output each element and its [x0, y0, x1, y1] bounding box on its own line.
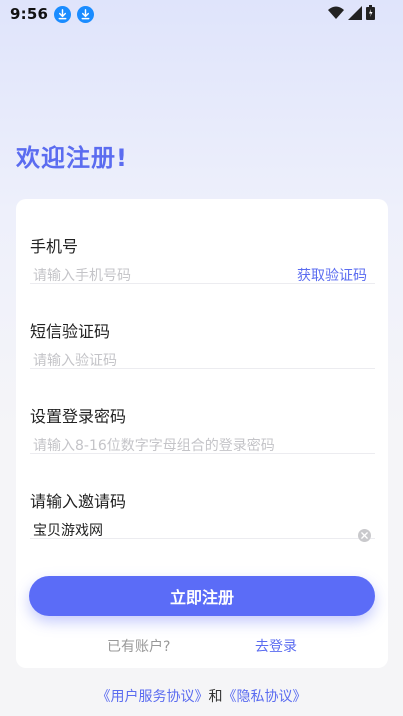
status-time: 9:56	[10, 5, 49, 23]
battery-icon	[366, 5, 375, 20]
privacy-link[interactable]: 《隐私协议》	[223, 689, 307, 705]
wifi-icon	[328, 6, 344, 19]
invite-code-label: 请输入邀请码	[30, 492, 127, 511]
get-code-button[interactable]: 获取验证码	[297, 265, 367, 285]
signal-icon	[348, 5, 362, 20]
agreement-text: 《用户服务协议》和《隐私协议》	[0, 686, 403, 706]
register-form-card: 手机号 请输入手机号码 获取验证码 短信验证码 请输入验证码 设置登录密码 请输…	[16, 199, 388, 668]
status-bar: 9:56	[0, 0, 403, 28]
register-button[interactable]: 立即注册	[29, 576, 375, 616]
sms-code-field: 短信验证码 请输入验证码	[30, 284, 375, 369]
download-icon	[77, 5, 95, 23]
page-title: 欢迎注册!	[16, 144, 128, 172]
user-agreement-link[interactable]: 《用户服务协议》	[97, 689, 209, 705]
invite-code-input[interactable]: 宝贝游戏网	[33, 520, 103, 540]
invite-code-field: 请输入邀请码 宝贝游戏网	[30, 454, 375, 542]
password-label: 设置登录密码	[30, 407, 127, 426]
download-icon	[54, 5, 72, 23]
phone-label: 手机号	[30, 237, 79, 256]
password-input[interactable]: 请输入8-16位数字字母组合的登录密码	[33, 435, 275, 455]
have-account-text: 已有账户?	[107, 639, 171, 655]
sms-code-label: 短信验证码	[30, 322, 111, 341]
password-field: 设置登录密码 请输入8-16位数字字母组合的登录密码	[30, 369, 375, 454]
go-login-link[interactable]: 去登录	[255, 636, 297, 656]
phone-field: 手机号 请输入手机号码 获取验证码	[30, 199, 375, 284]
clear-icon[interactable]	[358, 529, 371, 542]
sms-code-input[interactable]: 请输入验证码	[33, 350, 117, 370]
agreement-and: 和	[208, 689, 223, 705]
phone-input[interactable]: 请输入手机号码	[33, 265, 131, 285]
